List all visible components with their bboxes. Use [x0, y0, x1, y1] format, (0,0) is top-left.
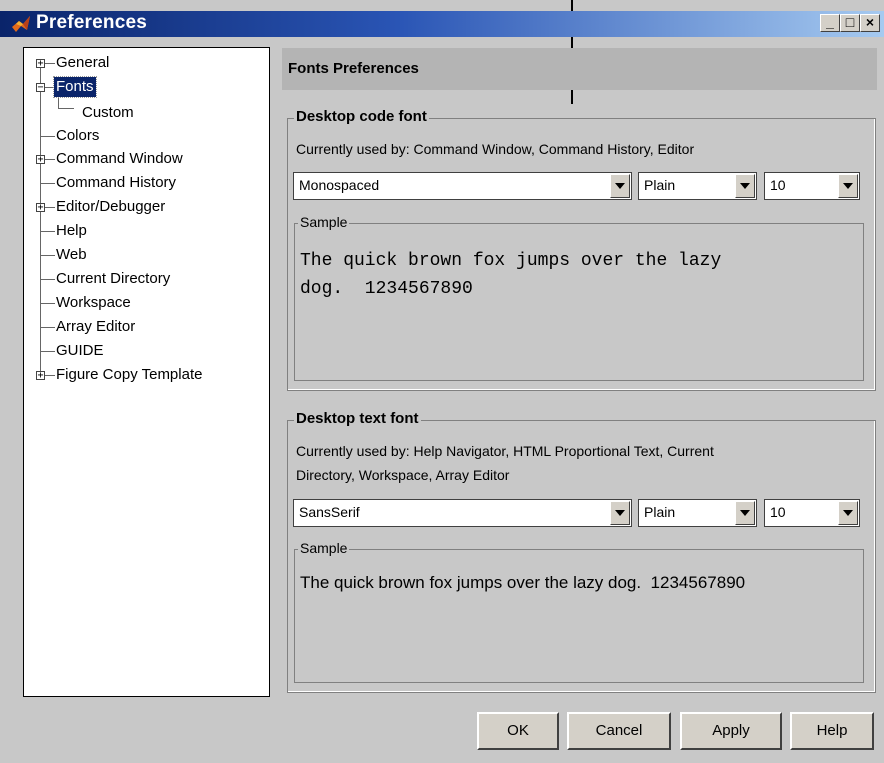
select-value: 10 [770, 504, 786, 520]
text-sample-title: Sample [298, 540, 350, 556]
close-icon: × [865, 14, 875, 30]
maximize-icon: □ [845, 14, 855, 30]
text-font-size-select[interactable]: 10 [764, 499, 860, 527]
text-font-title: Desktop text font [294, 410, 421, 427]
tree-item-label: Web [56, 246, 87, 263]
tree-item-label: Command Window [56, 150, 183, 167]
tree-item-label: Array Editor [56, 318, 136, 335]
chevron-down-icon[interactable] [610, 501, 630, 525]
tree-connector [41, 327, 55, 328]
code-sample-title: Sample [298, 214, 350, 230]
expand-icon[interactable]: + [36, 155, 45, 165]
chevron-down-icon[interactable] [735, 501, 755, 525]
code-font-family-select[interactable]: Monospaced [293, 172, 632, 200]
text-font-used-by-line-2: Directory, Workspace, Array Editor [296, 467, 510, 483]
code-font-used-by: Currently used by: Command Window, Comma… [296, 141, 695, 157]
apply-label: Apply [712, 722, 750, 739]
tree-connector [41, 255, 55, 256]
preferences-tree[interactable]: + General − Fonts Custom Colors + Comman… [23, 47, 270, 697]
preferences-window: Preferences _ □ × + General − Fonts Cust… [0, 0, 884, 763]
select-value: Plain [644, 177, 676, 193]
expand-icon[interactable]: + [36, 371, 45, 381]
tree-item-label: Editor/Debugger [56, 198, 166, 215]
chevron-down-icon[interactable] [735, 174, 755, 198]
tree-connector [41, 136, 55, 137]
minimize-icon: _ [826, 14, 834, 30]
select-value: Monospaced [299, 177, 380, 193]
help-button[interactable]: Help [790, 712, 874, 750]
expand-icon[interactable]: + [36, 59, 45, 69]
help-label: Help [816, 722, 848, 739]
collapse-icon[interactable]: − [36, 83, 45, 93]
tree-connector [41, 231, 55, 232]
select-value: 10 [770, 177, 786, 193]
panel-header: Fonts Preferences [282, 48, 877, 90]
text-font-sample-box [294, 549, 864, 683]
tree-item-label: General [56, 54, 110, 71]
tree-item-label: Command History [56, 174, 177, 191]
text-font-used-by-line-1: Currently used by: Help Navigator, HTML … [296, 443, 714, 459]
close-button[interactable]: × [860, 14, 880, 32]
code-font-title: Desktop code font [294, 108, 429, 125]
tree-item-label: Figure Copy Template [56, 366, 203, 383]
code-sample-line-2: dog. 1234567890 [300, 279, 473, 299]
cancel-button[interactable]: Cancel [567, 712, 671, 750]
tree-connector [40, 66, 41, 380]
panel-title: Fonts Preferences [288, 60, 419, 77]
text-font-family-select[interactable]: SansSerif [293, 499, 632, 527]
tree-item-label: Workspace [56, 294, 131, 311]
ok-label: OK [507, 722, 529, 739]
cancel-label: Cancel [595, 722, 643, 739]
window-title: Preferences [36, 12, 147, 33]
tree-connector [58, 108, 74, 109]
tree-connector [41, 279, 55, 280]
select-value: Plain [644, 504, 676, 520]
chevron-down-icon[interactable] [610, 174, 630, 198]
chevron-down-icon[interactable] [838, 501, 858, 525]
apply-button[interactable]: Apply [680, 712, 782, 750]
maximize-button[interactable]: □ [840, 14, 860, 32]
tree-connector [41, 303, 55, 304]
code-font-size-select[interactable]: 10 [764, 172, 860, 200]
code-font-style-select[interactable]: Plain [638, 172, 757, 200]
chevron-down-icon[interactable] [838, 174, 858, 198]
minimize-button[interactable]: _ [820, 14, 840, 32]
tree-item-label: Help [56, 222, 87, 239]
ok-button[interactable]: OK [477, 712, 559, 750]
matlab-logo-icon [12, 16, 30, 32]
tree-connector [41, 351, 55, 352]
tree-item-label: Current Directory [56, 270, 171, 287]
code-sample-line-1: The quick brown fox jumps over the lazy [300, 251, 722, 271]
select-value: SansSerif [299, 504, 360, 520]
expand-icon[interactable]: + [36, 203, 45, 213]
text-sample-line: The quick brown fox jumps over the lazy … [300, 573, 746, 592]
text-font-style-select[interactable]: Plain [638, 499, 757, 527]
tree-item-label: Colors [56, 127, 100, 144]
tree-connector [41, 183, 55, 184]
tree-item-label: Custom [82, 104, 134, 121]
title-bar[interactable]: Preferences _ □ × [0, 11, 884, 37]
tree-item-label: Fonts [53, 76, 97, 98]
code-font-sample-box [294, 223, 864, 381]
tree-item-label: GUIDE [56, 342, 104, 359]
